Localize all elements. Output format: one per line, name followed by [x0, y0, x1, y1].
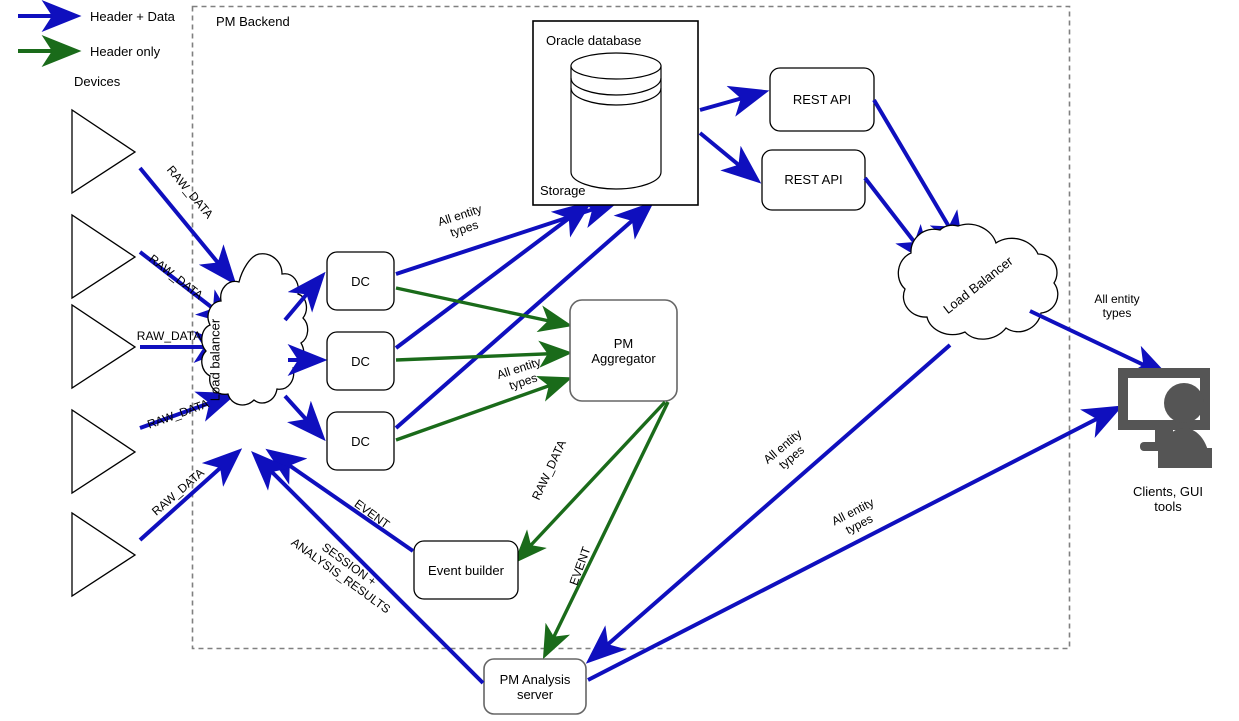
legend-label-header-data: Header + Data — [90, 9, 175, 24]
person-head-icon — [1164, 383, 1204, 423]
clients-gui-tools-label: Clients, GUI tools — [1132, 484, 1204, 514]
diagram-graphics — [18, 0, 1212, 715]
edge-lb-dc3 — [283, 394, 326, 442]
load-balancer-left-label: Load balancer — [207, 318, 223, 402]
dc-box-1 — [326, 251, 395, 311]
edge-label-all-entity-types-clients: All entity types — [1094, 292, 1140, 320]
devices-label: Devices — [74, 74, 121, 89]
database-cylinder-top — [570, 52, 662, 80]
rest-api-box-1 — [769, 67, 875, 132]
edge-aggregator-analysis — [542, 401, 670, 660]
rest-api-box-2 — [761, 149, 866, 211]
edge-storage-restapi2 — [698, 131, 762, 184]
event-builder-box — [413, 540, 519, 600]
edge-restapi1-lb — [872, 98, 964, 252]
storage-label: Storage — [540, 183, 586, 198]
person-shoulders-icon — [1158, 448, 1212, 468]
diagram-canvas: Header + Data Header only Devices PM Bac… — [0, 0, 1239, 721]
device-triangle-1 — [71, 108, 137, 195]
edge-label-raw-data-3: RAW_DATA — [136, 329, 202, 343]
edge-lb-clients — [1029, 309, 1171, 378]
device-triangle-4 — [71, 408, 137, 495]
edge-dc3-aggregator — [395, 375, 573, 442]
device-triangle-5 — [71, 511, 137, 598]
device-triangle-2 — [71, 213, 137, 300]
oracle-database-label: Oracle database — [546, 33, 642, 48]
legend-label-header-only: Header only — [90, 44, 161, 59]
pm-aggregator-box — [569, 299, 678, 402]
dc-box-3 — [326, 411, 395, 471]
edge-device5-lb — [138, 448, 243, 542]
edge-analysis-clients — [587, 405, 1123, 682]
pm-analysis-server-box — [483, 658, 587, 715]
pm-backend-label: PM Backend — [216, 14, 290, 29]
clients-gui-icon — [1118, 368, 1212, 468]
edge-dc2-storage — [394, 200, 593, 350]
device-triangle-3 — [71, 303, 137, 390]
dc-box-2 — [326, 331, 395, 391]
edge-dc1-aggregator — [395, 286, 573, 333]
database-cylinder-body — [570, 65, 662, 190]
edge-storage-restapi1 — [699, 85, 770, 117]
